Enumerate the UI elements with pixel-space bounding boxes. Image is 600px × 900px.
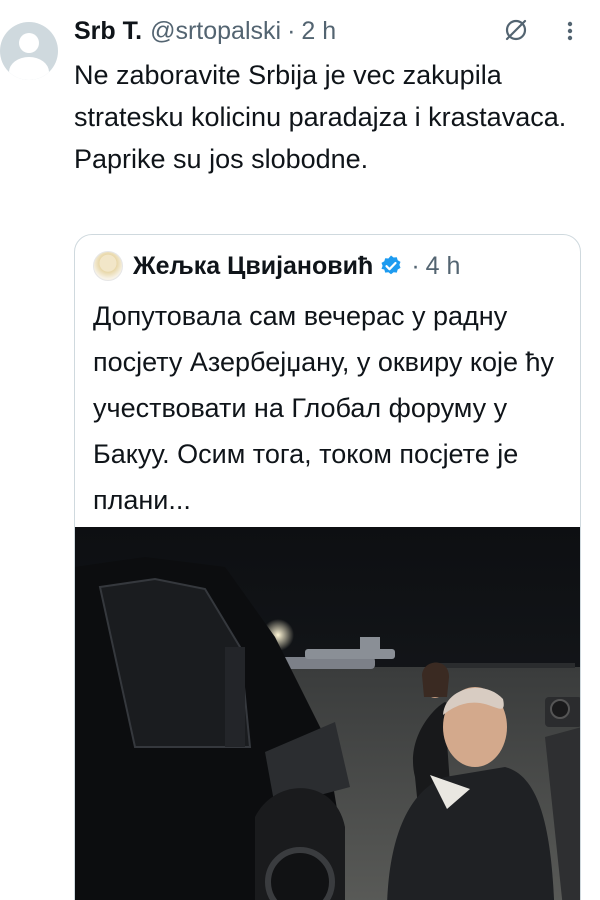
more-options-icon[interactable]: [560, 16, 580, 46]
author-name[interactable]: Srb T.: [74, 17, 142, 46]
quoted-tweet-timestamp[interactable]: 4 h: [426, 252, 461, 281]
separator-dot: ·: [411, 251, 420, 280]
tweet-timestamp[interactable]: 2 h: [301, 17, 336, 46]
grok-icon[interactable]: [502, 16, 530, 44]
verified-badge-icon: [381, 255, 401, 275]
quoted-tweet[interactable]: Жељка Цвијановић · 4 h Допутовала сам ве…: [74, 234, 581, 900]
default-avatar-icon: [19, 33, 39, 53]
quoted-author-avatar[interactable]: [93, 251, 123, 281]
user-avatar[interactable]: [0, 22, 58, 80]
quoted-author-name[interactable]: Жељка Цвијановић: [133, 252, 373, 281]
quoted-tweet-text: Допутовала сам вечерас у радну посјету А…: [93, 301, 554, 515]
tweet-text: Ne zaboravite Srbija je vec zakupila str…: [74, 60, 567, 174]
tweet[interactable]: Srb T. @srtopalski · 2 h Ne zaboravite S…: [0, 0, 600, 900]
quoted-tweet-video[interactable]: [75, 527, 581, 900]
separator-dot: ·: [287, 16, 296, 45]
tweet-header: Srb T. @srtopalski · 2 h: [74, 14, 336, 48]
quoted-tweet-header: Жељка Цвијановић · 4 h: [93, 249, 460, 283]
author-handle[interactable]: @srtopalski: [150, 17, 281, 46]
